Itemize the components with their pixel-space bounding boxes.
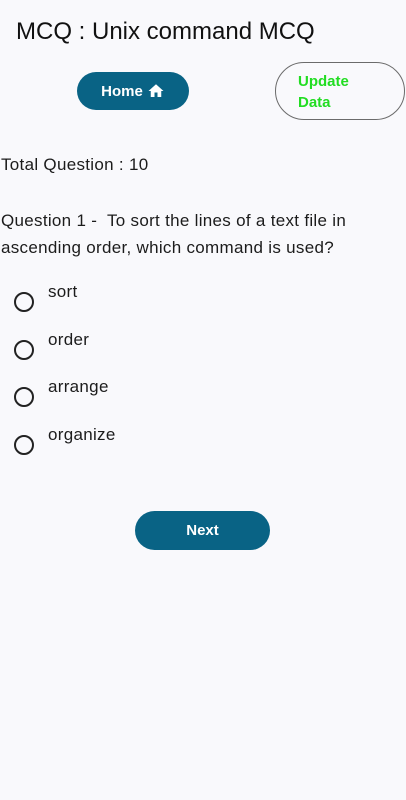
- update-data-button[interactable]: Update Data: [275, 62, 405, 120]
- option-label: sort: [48, 282, 78, 301]
- question-text: Question 1 - To sort the lines of a text…: [1, 211, 352, 257]
- update-data-label-line2: Data: [298, 94, 331, 111]
- option-organize[interactable]: organize: [12, 425, 312, 465]
- option-label: arrange: [48, 377, 109, 396]
- option-label: organize: [48, 425, 116, 444]
- option-order[interactable]: order: [12, 330, 312, 370]
- option-label: order: [48, 330, 90, 349]
- radio-button[interactable]: [14, 340, 34, 360]
- radio-button[interactable]: [14, 387, 34, 407]
- radio-button[interactable]: [14, 292, 34, 312]
- update-data-label-line1: Update: [298, 73, 349, 90]
- page-title: MCQ : Unix command MCQ: [16, 18, 315, 45]
- next-button[interactable]: Next: [135, 511, 270, 550]
- total-question-count: Total Question : 10: [1, 155, 149, 174]
- home-button-label: Home: [101, 82, 143, 100]
- home-button[interactable]: Home: [77, 72, 189, 110]
- option-sort[interactable]: sort: [12, 282, 312, 322]
- option-arrange[interactable]: arrange: [12, 377, 312, 417]
- home-icon: [147, 82, 165, 100]
- radio-button[interactable]: [14, 435, 34, 455]
